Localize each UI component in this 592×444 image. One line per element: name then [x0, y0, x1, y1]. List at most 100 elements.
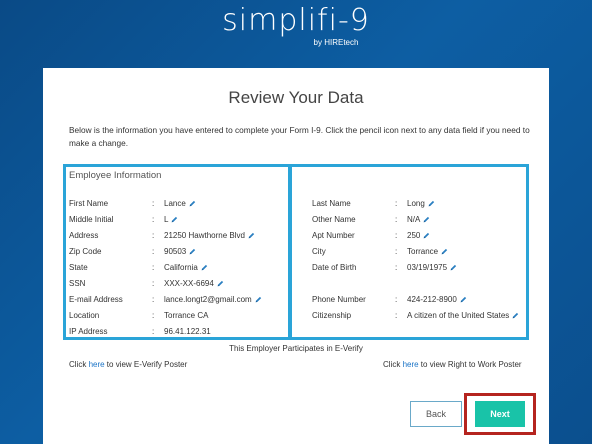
brand-byline: by HIREtech — [313, 38, 359, 47]
field-row: Other Name: N/A — [312, 215, 430, 224]
field-separator: : — [152, 199, 155, 208]
field-value: A citizen of the United States — [407, 311, 519, 320]
field-value-text: Torrance CA — [164, 311, 209, 320]
simplifi-logo: simplifi-9 — [222, 3, 370, 38]
field-value-text: Long — [407, 199, 425, 208]
pencil-edit-icon[interactable] — [428, 200, 435, 207]
field-row: SSN: XXX-XX-6694 — [69, 279, 223, 288]
pencil-edit-icon[interactable] — [460, 296, 467, 303]
brand-header: simplifi-9 by HIREtech — [0, 3, 592, 48]
pencil-edit-icon[interactable] — [255, 296, 262, 303]
field-row: Middle Initial: L — [69, 215, 178, 224]
field-value-text: 424-212-8900 — [407, 295, 457, 304]
field-value-text: 90503 — [164, 247, 187, 256]
field-label: Zip Code — [69, 247, 102, 256]
field-row: Location: Torrance CA — [69, 311, 208, 320]
field-row: IP Address:96.41.122.31 — [69, 327, 211, 336]
field-value: XXX-XX-6694 — [164, 279, 224, 288]
field-value-text: lance.longt2@gmail.com — [164, 295, 252, 304]
next-button[interactable]: Next — [475, 401, 525, 427]
field-value: Lance — [164, 199, 196, 208]
field-value: Long — [407, 199, 435, 208]
field-label: Last Name — [312, 199, 351, 208]
field-value-text: A citizen of the United States — [407, 311, 510, 320]
field-row: Phone Number:424-212-8900 — [312, 295, 466, 304]
field-separator: : — [152, 279, 155, 288]
field-value: Torrance — [407, 247, 448, 256]
field-value: lance.longt2@gmail.com — [164, 295, 262, 304]
field-label: Citizenship — [312, 311, 352, 320]
rtw-poster-link[interactable]: here — [403, 360, 419, 369]
field-separator: : — [395, 199, 398, 208]
field-row: Address:21250 Hawthorne Blvd — [69, 231, 255, 240]
field-value: 90503 — [164, 247, 196, 256]
field-row: Date of Birth:03/19/1975 — [312, 263, 457, 272]
field-separator: : — [152, 327, 155, 336]
field-label: Date of Birth — [312, 263, 357, 272]
back-button[interactable]: Back — [410, 401, 462, 427]
field-label: Location — [69, 311, 100, 320]
field-value-text: 96.41.122.31 — [164, 327, 211, 336]
field-label: Apt Number — [312, 231, 355, 240]
field-row: Citizenship: A citizen of the United Stat… — [312, 311, 519, 320]
review-card: Review Your Data Below is the informatio… — [43, 68, 549, 444]
pencil-edit-icon[interactable] — [512, 312, 519, 319]
field-row: First Name: Lance — [69, 199, 195, 208]
intro-text: Below is the information you have entere… — [69, 125, 530, 148]
field-value: L — [164, 215, 178, 224]
pencil-edit-icon[interactable] — [248, 232, 255, 239]
field-value-text: Lance — [164, 199, 186, 208]
field-value-text: 21250 Hawthorne Blvd — [164, 231, 245, 240]
field-value: N/A — [407, 215, 430, 224]
page-title: Review Your Data — [228, 88, 364, 107]
field-row: City: Torrance — [312, 247, 448, 256]
field-value: 250 — [407, 231, 430, 240]
field-label: First Name — [69, 199, 109, 208]
field-row: Zip Code:90503 — [69, 247, 196, 256]
field-separator: : — [152, 231, 155, 240]
field-label: IP Address — [69, 327, 108, 336]
field-separator: : — [395, 247, 398, 256]
everify-participation-note: This Employer Participates in E-Verify — [229, 344, 363, 353]
pencil-edit-icon[interactable] — [201, 264, 208, 271]
field-label: Address — [69, 231, 99, 240]
field-label: State — [69, 263, 88, 272]
field-value: Torrance CA — [164, 311, 208, 320]
field-row: Apt Number:250 — [312, 231, 430, 240]
field-value-text: California — [164, 263, 198, 272]
pencil-edit-icon[interactable] — [450, 264, 457, 271]
section-title: Employee Information — [69, 170, 162, 181]
everify-poster-link[interactable]: here — [89, 360, 105, 369]
field-separator: : — [395, 231, 398, 240]
field-value-text: N/A — [407, 215, 421, 224]
field-value: 03/19/1975 — [407, 263, 457, 272]
field-separator: : — [152, 247, 155, 256]
field-label: City — [312, 247, 326, 256]
field-value-text: 250 — [407, 231, 421, 240]
pencil-edit-icon[interactable] — [423, 232, 430, 239]
field-row: E-mail Address: lance.longt2@gmail.com — [69, 295, 261, 304]
field-value-text: Torrance — [407, 247, 439, 256]
field-row: State: California — [69, 263, 207, 272]
field-label: Phone Number — [312, 295, 366, 304]
field-label: Other Name — [312, 215, 356, 224]
field-row: Last Name: Long — [312, 199, 434, 208]
field-separator: : — [152, 295, 155, 304]
pencil-edit-icon[interactable] — [171, 216, 178, 223]
field-separator: : — [152, 215, 155, 224]
field-label: E-mail Address — [69, 295, 123, 304]
field-value: 21250 Hawthorne Blvd — [164, 231, 255, 240]
field-separator: : — [152, 263, 155, 272]
field-label: Middle Initial — [69, 215, 114, 224]
pencil-edit-icon[interactable] — [189, 248, 196, 255]
pencil-edit-icon[interactable] — [423, 216, 430, 223]
pencil-edit-icon[interactable] — [441, 248, 448, 255]
field-value: 424-212-8900 — [407, 295, 467, 304]
everify-poster-line: Click here to view E-Verify Poster — [69, 360, 188, 369]
field-separator: : — [152, 311, 155, 320]
pencil-edit-icon[interactable] — [217, 280, 224, 287]
field-separator: : — [395, 263, 398, 272]
field-separator: : — [395, 215, 398, 224]
pencil-edit-icon[interactable] — [189, 200, 196, 207]
field-value-text: 03/19/1975 — [407, 263, 448, 272]
